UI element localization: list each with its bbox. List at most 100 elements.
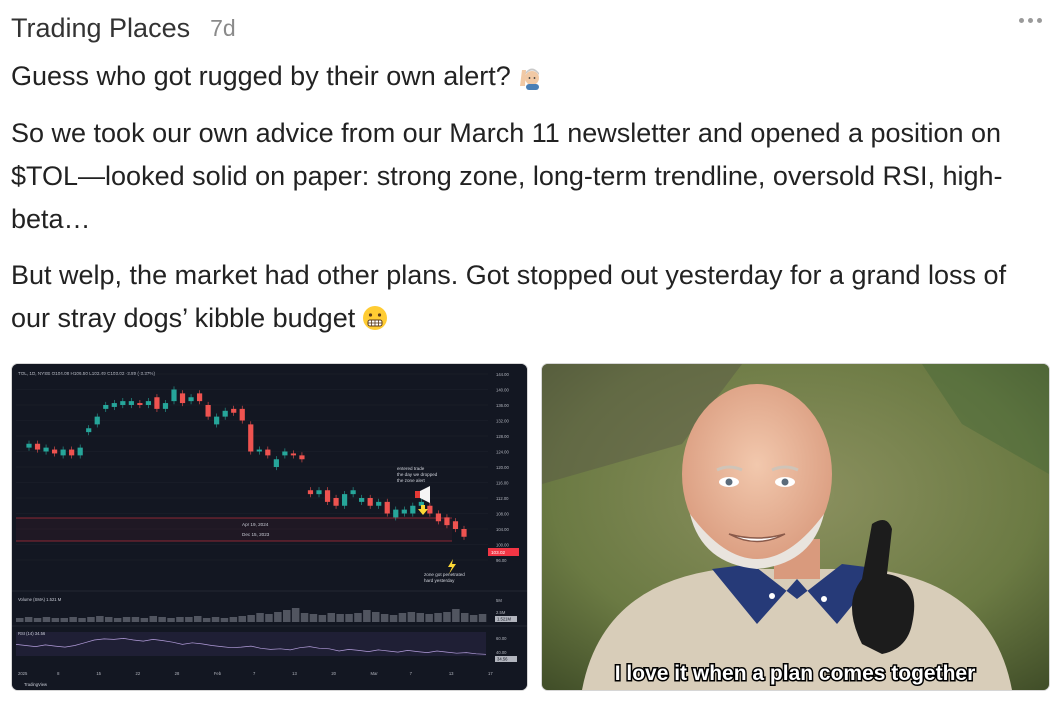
volume-bar [185,617,193,622]
candle [69,449,75,456]
annotation-entry-line-1: entered trade [397,466,425,471]
volume-bar [78,618,86,622]
time-tick: Mar [371,671,379,676]
annotation-entry-line-2: the day we dropped [397,472,438,477]
candle [231,408,237,413]
candle [111,403,117,407]
candle [290,453,297,456]
candlestick-chart: TOL, 1D, NYSE O104.08 H106.50 L102.49 C1… [12,364,527,690]
volume-bar [113,618,122,622]
volume-bar [398,613,407,622]
candle [128,401,134,405]
candle [299,455,305,460]
candle [333,498,339,506]
volume-bar [452,609,460,622]
volume-bar [51,618,60,622]
zone-label-1: Apr 19, 2024 [242,522,269,527]
rsi-band [16,632,486,656]
volume-bar [96,616,104,622]
candle [222,410,228,417]
volume-bar [202,618,211,622]
price-tick: 104.00 [496,527,509,532]
zone-band [16,518,452,541]
candle [248,424,254,452]
volume-bar [265,614,273,622]
candle [273,459,279,467]
chart-image[interactable]: TOL, 1D, NYSE O104.08 H106.50 L102.49 C1… [11,363,528,691]
volume-bar [363,610,371,622]
meme-image[interactable]: I love it when a plan comes together [541,363,1050,691]
rsi-tick-2: 40.00 [496,650,507,655]
volume-bar [122,617,131,622]
volume-bar [87,617,95,622]
volume-bar [238,616,246,622]
volume-bar [158,617,166,622]
price-tick: 132.00 [496,419,509,424]
volume-bar [372,612,380,622]
candle [77,447,83,456]
candle [196,393,203,402]
meme-caption-text: I love it when a plan comes together [615,662,976,685]
volume-bar [380,614,389,622]
volume-bar [345,614,353,622]
more-dot [1037,18,1042,23]
author-name[interactable]: Trading Places [11,13,190,44]
volume-bar [229,617,238,622]
volume-bar [318,615,327,622]
post-card: Trading Places 7d Guess who got rugged b… [0,0,1062,718]
volume-bar [167,618,175,622]
candle [154,397,160,409]
candle [179,393,186,404]
candle [307,490,314,495]
candle [239,408,245,421]
time-tick: 13 [292,671,297,676]
volume-bar [69,617,77,622]
post-text-3: But welp, the market had other plans. Go… [11,260,1007,333]
meme-illustration: I love it when a plan comes together [542,364,1049,690]
volume-bar [176,617,184,622]
volume-bar [42,617,51,622]
volume-bar [274,612,282,622]
volume-bar [461,613,469,622]
more-dot [1028,18,1033,23]
candle [427,505,433,514]
volume-bar [211,617,220,622]
grimacing-face-emoji [361,302,389,345]
candle [341,494,348,506]
candle [461,529,467,537]
volume-bar [194,616,202,622]
volume-bar [407,612,416,622]
price-tick: 116.00 [496,481,509,486]
candle [214,416,220,425]
candle [324,490,331,502]
volume-bar [16,618,24,622]
volume-bar [354,613,362,622]
annotation-zone-line-2: hard yesterday [424,578,455,583]
volume-bar [478,614,487,622]
volume-bar [443,612,451,622]
post-text-1: Guess who got rugged by their own alert? [11,61,511,91]
volume-bar [327,613,335,622]
volume-bar [220,618,229,622]
chart-header: TOL, 1D, NYSE O104.08 H106.50 L102.49 C1… [18,371,156,376]
rsi-tick-1: 60.00 [496,636,507,641]
zone-label-2: Dec 15, 2023 [242,532,270,537]
volume-bar [105,617,113,622]
volume-bar [24,617,33,622]
candle [316,490,322,495]
volume-bar [309,614,318,622]
price-tick: 108.00 [496,512,509,517]
volume-bar [131,617,140,622]
candle [43,447,49,452]
volume-bar [283,610,291,622]
volume-bar [247,615,255,622]
candle [401,509,407,514]
candle [265,449,271,456]
more-options-icon[interactable] [1019,18,1042,23]
time-tick: 2025 [18,671,28,676]
post-paragraph-1: Guess who got rugged by their own alert? [11,55,1051,103]
price-tick: 144.00 [496,372,509,377]
post-timestamp[interactable]: 7d [210,15,236,42]
volume-bar [469,615,478,622]
candle [86,428,92,433]
